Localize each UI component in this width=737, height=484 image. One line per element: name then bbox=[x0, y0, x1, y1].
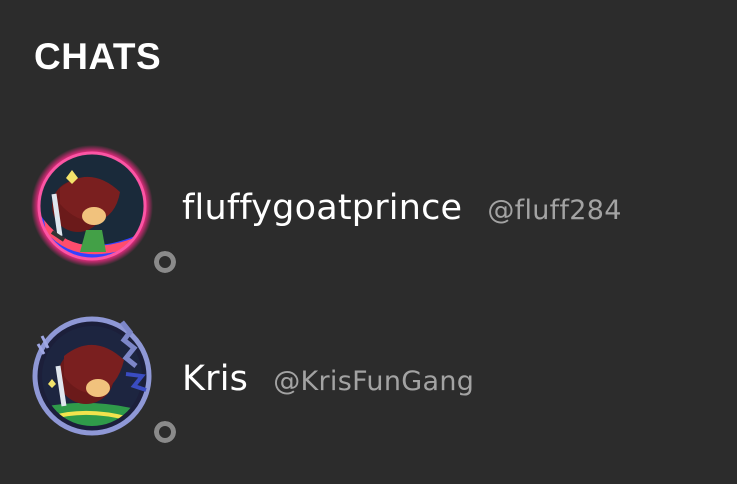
offline-status-icon bbox=[149, 416, 181, 448]
chat-names: Kris @KrisFunGang bbox=[182, 362, 474, 397]
chat-names: fluffygoatprince @fluff284 bbox=[182, 191, 622, 226]
display-name: Kris bbox=[182, 359, 249, 399]
avatar[interactable] bbox=[30, 314, 181, 448]
character-avatar-icon bbox=[31, 145, 153, 267]
username-handle: @fluff284 bbox=[487, 195, 622, 226]
character-avatar-icon bbox=[32, 316, 152, 436]
username-handle: @KrisFunGang bbox=[273, 366, 475, 397]
offline-status-icon bbox=[149, 246, 181, 278]
chat-list-item[interactable]: fluffygoatprince @fluff284 bbox=[0, 132, 737, 282]
chat-list-item[interactable]: Kris @KrisFunGang bbox=[0, 302, 737, 452]
avatar[interactable] bbox=[30, 144, 181, 278]
chats-section-title: CHATS bbox=[34, 36, 162, 77]
display-name: fluffygoatprince bbox=[182, 188, 463, 228]
